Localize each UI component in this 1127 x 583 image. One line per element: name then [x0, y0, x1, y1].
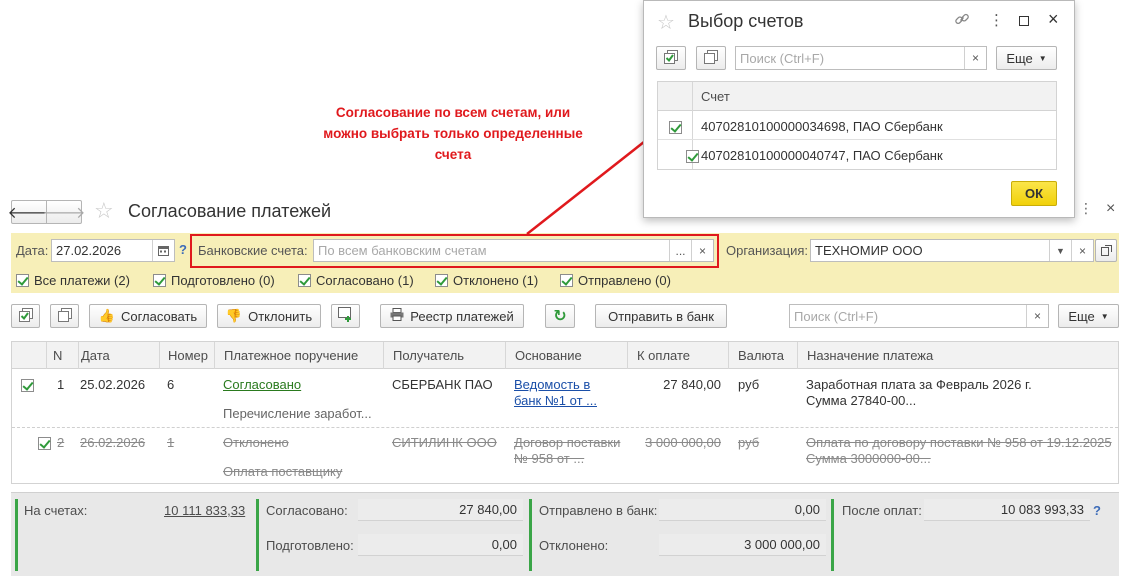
- uncheck-all-icon: [704, 49, 718, 67]
- account-label: 40702810100000040747, ПАО Сбербанк: [701, 148, 943, 163]
- account-label: 40702810100000034698, ПАО Сбербанк: [701, 119, 943, 134]
- more-button[interactable]: Еще ▼: [996, 46, 1057, 70]
- search-placeholder: Поиск (Ctrl+F): [740, 50, 825, 66]
- row-checkbox[interactable]: [685, 150, 699, 164]
- uncheck-all-button[interactable]: [696, 46, 726, 70]
- more-vertical-icon[interactable]: ⋮: [989, 11, 1004, 29]
- close-icon[interactable]: ×: [1048, 9, 1059, 30]
- ok-label: ОК: [1024, 186, 1044, 201]
- accounts-table: Счет 40702810100000034698, ПАО Сбербанк …: [657, 81, 1057, 170]
- chevron-down-icon: ▼: [1038, 53, 1047, 63]
- maximize-icon[interactable]: [1019, 16, 1029, 26]
- more-label: Еще: [1006, 50, 1033, 66]
- star-icon[interactable]: ☆: [657, 10, 675, 35]
- column-account[interactable]: Счет: [701, 89, 730, 104]
- check-all-icon: [664, 49, 678, 67]
- row-checkbox[interactable]: [669, 121, 682, 135]
- dialog-title: Выбор счетов: [688, 11, 804, 31]
- ok-button[interactable]: ОК: [1011, 181, 1057, 206]
- clear-icon[interactable]: ×: [964, 47, 986, 69]
- account-selection-dialog: ☆ Выбор счетов ⋮ × Поиск (Ctrl+F) × Еще …: [643, 0, 1075, 218]
- link-icon[interactable]: [954, 11, 970, 30]
- check-all-button[interactable]: [656, 46, 686, 70]
- search-input[interactable]: Поиск (Ctrl+F) ×: [735, 46, 987, 70]
